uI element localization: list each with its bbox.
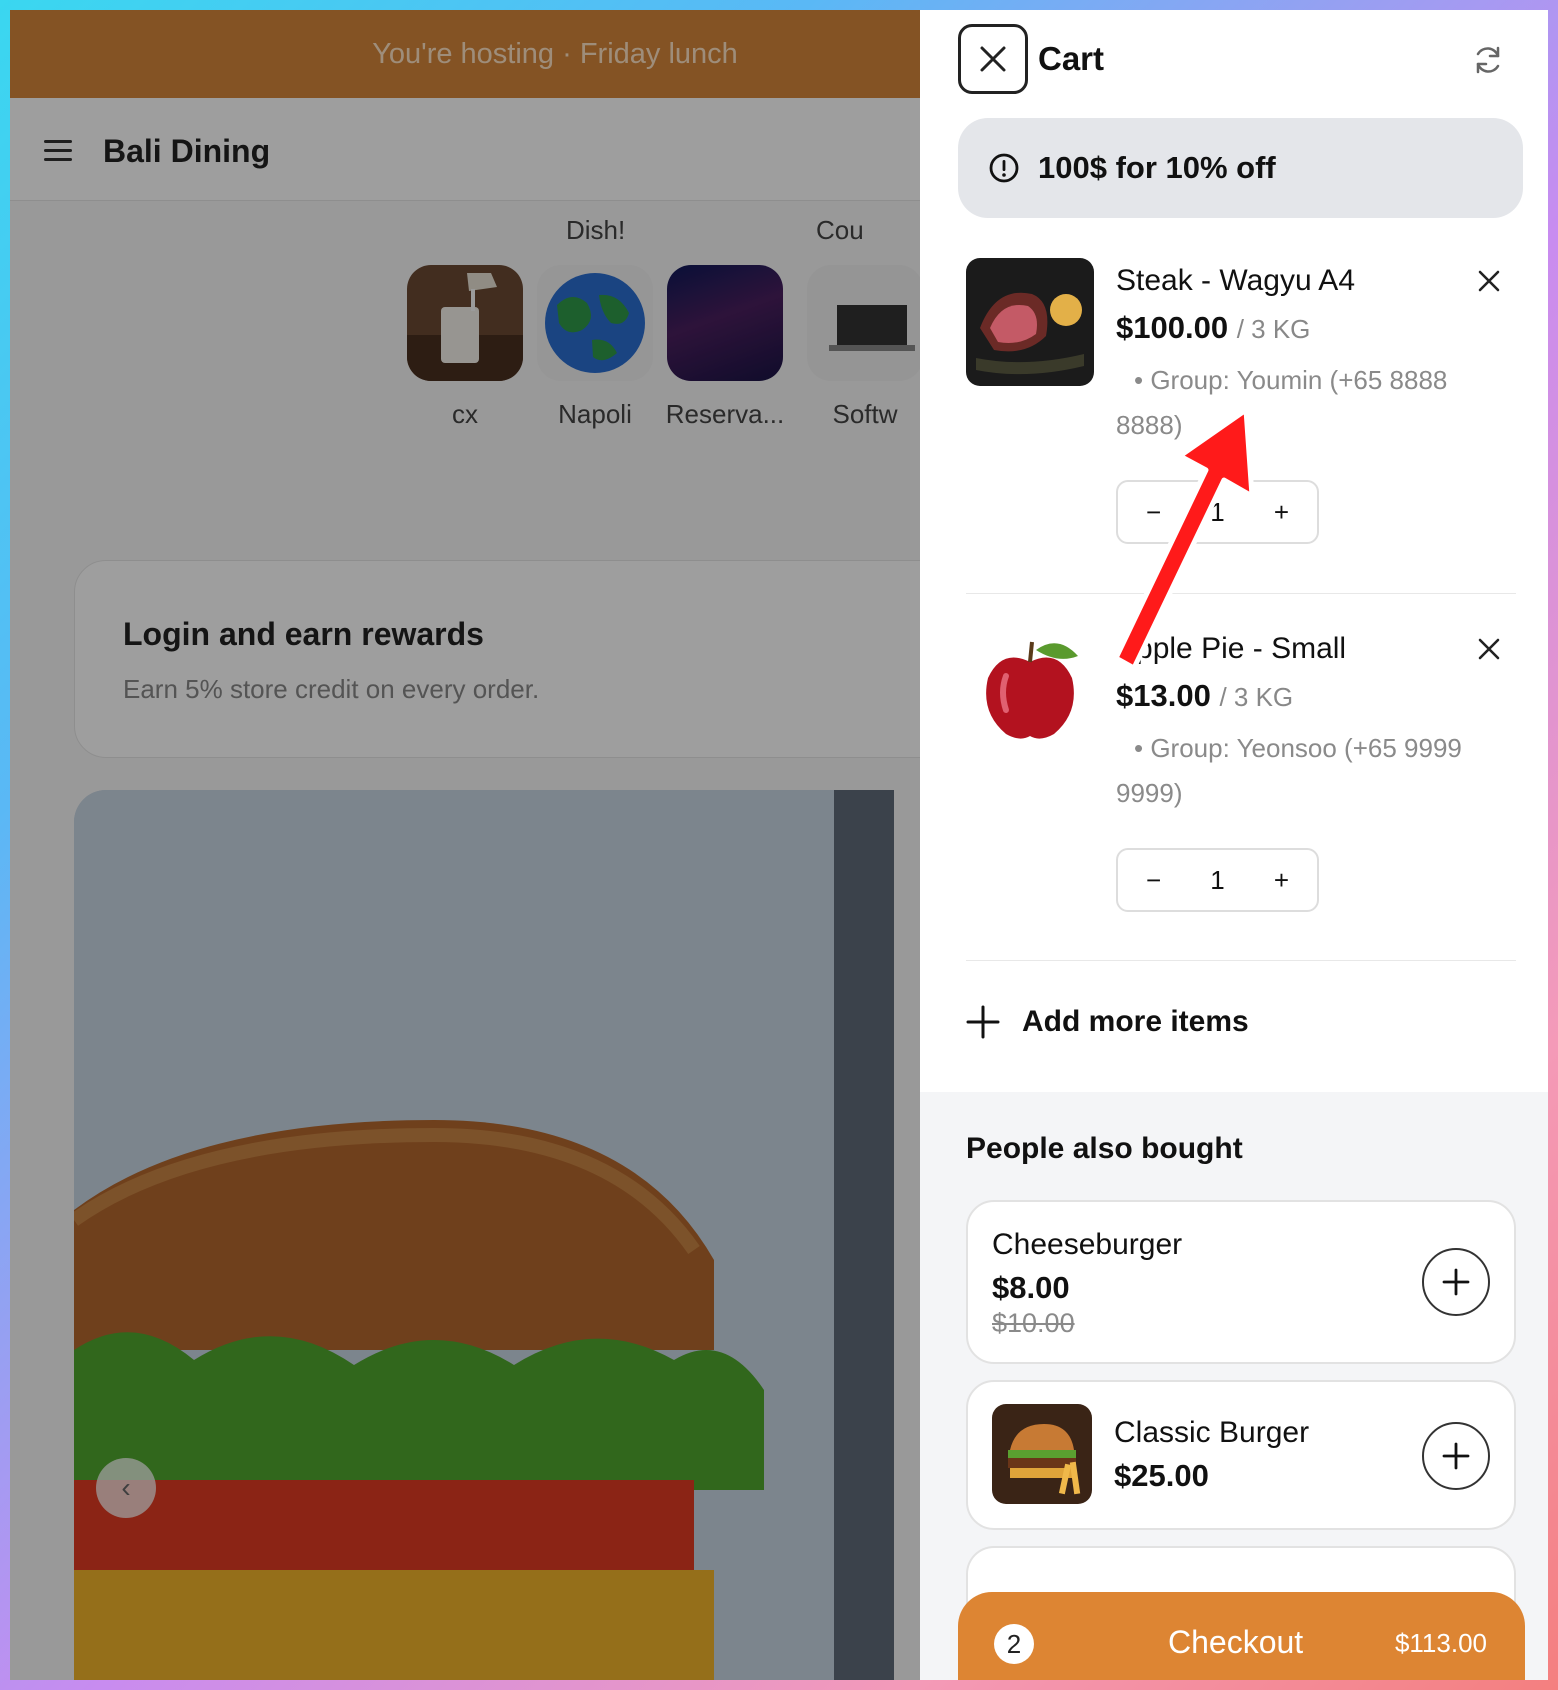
recommendation-card[interactable]: Cheeseburger $8.00 $10.00 bbox=[966, 1200, 1516, 1364]
section-title: People also bought bbox=[966, 1132, 1243, 1165]
plus-icon bbox=[1442, 1442, 1470, 1470]
recommendation-price: $25.00 bbox=[1114, 1458, 1209, 1493]
add-more-label: Add more items bbox=[1022, 1005, 1249, 1038]
info-icon bbox=[989, 153, 1019, 183]
remove-item-icon[interactable] bbox=[1476, 268, 1502, 294]
refresh-icon[interactable] bbox=[1472, 44, 1504, 76]
recommendation-name: Cheeseburger bbox=[992, 1228, 1183, 1261]
recommendation-old-price: $10.00 bbox=[992, 1308, 1075, 1338]
promo-banner: 100$ for 10% off bbox=[958, 118, 1523, 218]
add-recommendation-button[interactable] bbox=[1422, 1422, 1490, 1490]
cart-item-group: • Group: Yeonsoo (+65 9999 9999) bbox=[1116, 733, 1462, 808]
recommendation-name: Classic Burger bbox=[1114, 1416, 1310, 1449]
app-frame: You're hosting · Friday lunch Bali Dinin… bbox=[10, 10, 1548, 1680]
cart-header: Cart bbox=[920, 10, 1548, 120]
cart-item-name: Steak - Wagyu A4 bbox=[1116, 264, 1356, 297]
price-unit: / 3 KG bbox=[1236, 314, 1311, 344]
cart-item-price: $100.00 / 3 KG bbox=[1116, 310, 1310, 346]
cart-title: Cart bbox=[1038, 40, 1105, 77]
item-count-badge: 2 bbox=[994, 1624, 1034, 1664]
price-value: $100.00 bbox=[1116, 310, 1229, 345]
cart-drawer: Cart 100$ for 10% off Steak - Wagyu A4 $… bbox=[920, 10, 1548, 1680]
checkout-label: Checkout bbox=[1168, 1624, 1304, 1660]
modal-overlay[interactable] bbox=[10, 10, 930, 1680]
remove-item-icon[interactable] bbox=[1476, 636, 1502, 662]
cart-item-price: $13.00 / 3 KG bbox=[1116, 678, 1293, 714]
quantity-stepper: − 1 + bbox=[1116, 848, 1319, 912]
price-unit: / 3 KG bbox=[1219, 682, 1294, 712]
burger-image bbox=[992, 1404, 1092, 1504]
price-value: $13.00 bbox=[1116, 678, 1211, 713]
close-icon bbox=[980, 46, 1006, 72]
annotation-arrow-icon bbox=[1113, 407, 1255, 671]
decrease-quantity-button[interactable]: − bbox=[1146, 865, 1161, 896]
recommendation-price: $8.00 bbox=[992, 1270, 1070, 1305]
add-more-items-button[interactable]: Add more items bbox=[966, 1000, 1249, 1044]
checkout-button[interactable]: 2 Checkout $113.00 bbox=[958, 1592, 1525, 1680]
plus-icon bbox=[1442, 1268, 1470, 1296]
divider bbox=[966, 960, 1516, 961]
apple-image bbox=[966, 626, 1094, 754]
plus-icon bbox=[966, 1005, 1000, 1039]
increase-quantity-button[interactable]: + bbox=[1274, 497, 1289, 528]
add-recommendation-button[interactable] bbox=[1422, 1248, 1490, 1316]
increase-quantity-button[interactable]: + bbox=[1274, 865, 1289, 896]
steak-image bbox=[966, 258, 1094, 386]
quantity-value: 1 bbox=[1210, 864, 1225, 895]
promo-text: 100$ for 10% off bbox=[1038, 150, 1276, 185]
checkout-total: $113.00 bbox=[1394, 1628, 1487, 1658]
background-app: You're hosting · Friday lunch Bali Dinin… bbox=[10, 10, 974, 1680]
close-cart-button[interactable] bbox=[958, 24, 1028, 94]
recommendation-card[interactable]: Classic Burger $25.00 bbox=[966, 1380, 1516, 1530]
